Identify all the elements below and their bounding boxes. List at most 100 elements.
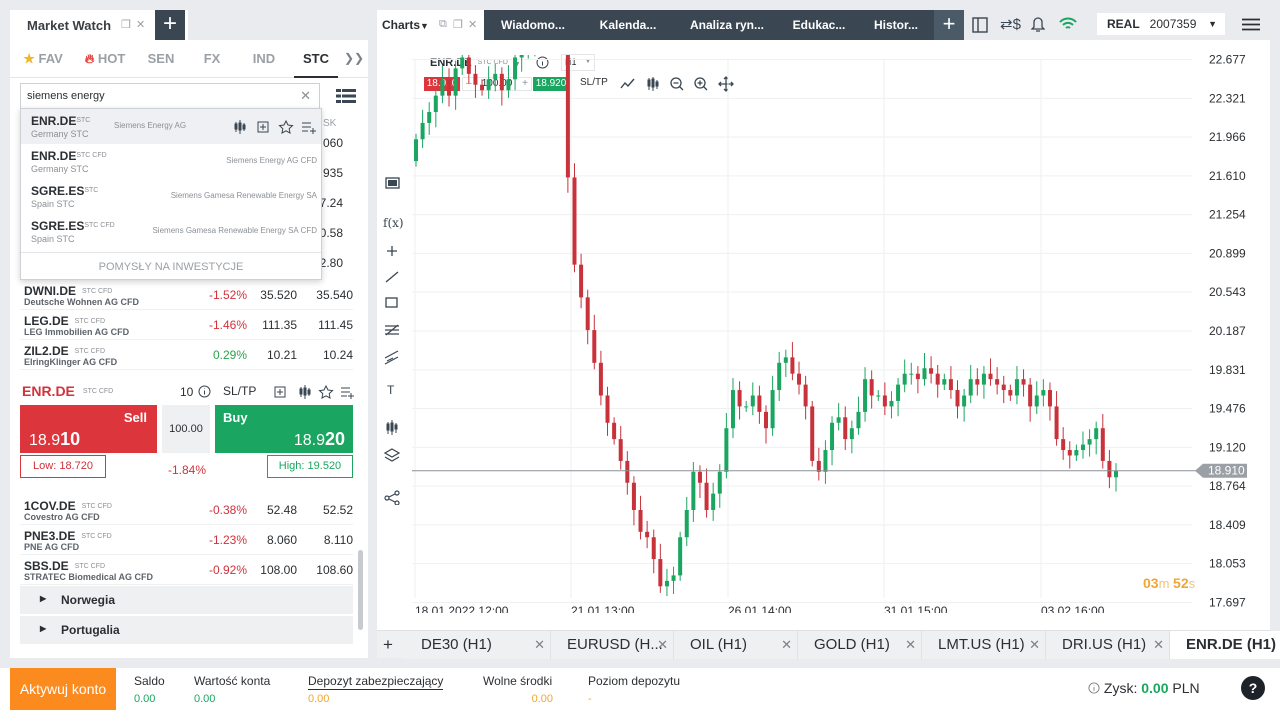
stat-free-margin: Wolne środki 0.00	[483, 674, 553, 705]
popout-icon[interactable]: ⧉	[439, 18, 447, 31]
tab-ind[interactable]: IND	[242, 40, 286, 78]
activate-account-button[interactable]: Aktywuj konto	[10, 668, 116, 710]
candlestick-chart[interactable]: 22.677 22.321 21.966 21.610 21.254 20.899 20.5…	[412, 55, 1269, 613]
chart-tab[interactable]: LMT.US (H1) ✕	[922, 631, 1046, 659]
candle-body	[863, 379, 868, 412]
info-icon[interactable]	[198, 385, 211, 398]
candle-body	[770, 390, 775, 429]
bell-icon[interactable]	[1031, 17, 1045, 33]
investment-ideas-link[interactable]: POMYSŁY NA INWESTYCJE	[21, 252, 321, 280]
close-icon[interactable]: ✕	[657, 631, 668, 659]
chart-tab[interactable]: DRI.US (H1) ✕	[1046, 631, 1170, 659]
tab-market-analysis[interactable]: Analiza ryn...	[679, 10, 775, 40]
chart-tab[interactable]: ENR.DE (H1)✕	[1170, 631, 1280, 659]
trend-line-icon[interactable]	[385, 271, 399, 283]
close-icon[interactable]: ✕	[781, 631, 792, 659]
add-icon[interactable]	[274, 386, 286, 398]
table-row[interactable]: LEG.DE STC CFD LEG Immobilien AG CFD -1.4…	[20, 310, 353, 340]
tab-calendar[interactable]: Kalenda...	[584, 10, 672, 40]
table-row[interactable]: DWNI.DE STC CFD Deutsche Wohnen AG CFD -1…	[20, 280, 353, 310]
tab-fav[interactable]: ★ FAV	[18, 40, 68, 78]
table-row[interactable]: PNE3.DE STC CFD PNE AG CFD -1.23% 8.060 8…	[20, 525, 353, 555]
volume-input[interactable]: 100.00	[162, 405, 210, 453]
plus-icon[interactable]	[387, 246, 397, 256]
table-row[interactable]: ZIL2.DE STC CFD ElringKlinger AG CFD 0.29…	[20, 340, 353, 370]
y-tick-label: 21.610	[1209, 169, 1246, 183]
close-icon[interactable]: ✕	[136, 18, 145, 31]
hamburger-menu-icon[interactable]	[1242, 18, 1260, 31]
search-input[interactable]	[21, 84, 291, 108]
table-row[interactable]: 1COV.DE STC CFD Covestro AG CFD -0.38% 52…	[20, 495, 353, 525]
star-outline-icon[interactable]	[278, 119, 294, 134]
rectangle-icon[interactable]	[385, 297, 398, 308]
tab-stc[interactable]: STC	[294, 40, 338, 78]
buy-button[interactable]: Buy 18.920	[215, 405, 353, 453]
screenshot-icon[interactable]	[385, 177, 400, 189]
table-row[interactable]: SBS.DE STC CFD STRATEC Biomedical AG CFD …	[20, 555, 353, 585]
candle-body	[724, 428, 729, 472]
channel-icon[interactable]	[384, 350, 399, 365]
function-icon[interactable]: f(x)	[383, 216, 404, 230]
help-button[interactable]: ?	[1241, 676, 1265, 700]
search-result-item[interactable]: SGRE.ESSTC CFD Spain STC Siemens Gamesa …	[21, 214, 321, 249]
close-icon[interactable]: ✕	[905, 631, 916, 659]
close-icon[interactable]: ✕	[534, 631, 545, 659]
tab-hot[interactable]: 🔥︎ HOT	[80, 40, 130, 78]
search-result-item[interactable]: SGRE.ESSTC Spain STC Siemens Gamesa Rene…	[21, 179, 321, 214]
candles-icon[interactable]	[386, 420, 398, 435]
group-row-norwegia[interactable]: ▶ Norwegia	[20, 586, 353, 614]
market-watch-title-tab[interactable]: Market Watch ❐ ✕	[10, 10, 152, 40]
tab-news[interactable]: Wiadomo...	[489, 10, 577, 40]
candles-icon[interactable]	[234, 120, 246, 134]
add-icon[interactable]	[257, 121, 269, 133]
candle-body	[948, 379, 953, 391]
tab-education[interactable]: Edukac...	[781, 10, 857, 40]
search-result-item[interactable]: ENR.DESTC Germany STC Siemens Energy AG	[21, 109, 321, 144]
star-outline-icon[interactable]	[318, 385, 334, 399]
candle-body	[453, 68, 458, 96]
list-scrollbar[interactable]	[358, 550, 363, 630]
close-icon[interactable]: ✕	[468, 18, 477, 31]
share-icon[interactable]	[384, 490, 400, 505]
candle-body	[598, 362, 603, 396]
tab-charts[interactable]: Charts▼ ⧉ ❐ ✕	[377, 10, 484, 40]
add-chart-tab-button[interactable]: +	[383, 631, 393, 659]
chart-tab[interactable]: OIL (H1) ✕	[674, 631, 798, 659]
layout-icon[interactable]	[972, 17, 988, 33]
info-icon[interactable]	[1088, 682, 1100, 694]
add-to-list-icon[interactable]	[341, 387, 354, 399]
window-icon[interactable]: ❐	[453, 18, 463, 31]
sell-button[interactable]: Sell 18.910	[20, 405, 157, 453]
trade-actions	[274, 385, 354, 399]
close-icon[interactable]: ✕	[1153, 631, 1164, 659]
chart-tab[interactable]: GOLD (H1) ✕	[798, 631, 922, 659]
add-to-list-icon[interactable]	[302, 122, 316, 134]
candle-body	[1067, 450, 1072, 456]
clear-search-icon[interactable]: ✕	[300, 88, 311, 104]
tab-history[interactable]: Histor...	[863, 10, 929, 40]
chart-tab[interactable]: DE30 (H1) ✕	[405, 631, 551, 659]
top-right-toolbar: ⇄$ REAL 2007359 ▼	[964, 10, 1270, 40]
group-row-portugalia[interactable]: ▶ Portugalia	[20, 616, 353, 644]
layers-icon[interactable]	[383, 448, 401, 462]
chart-tab-label: DRI.US (H1)	[1062, 636, 1147, 653]
tab-sen[interactable]: SEN	[138, 40, 184, 78]
stat-margin[interactable]: Depozyt zabezpieczający 0.00	[308, 674, 444, 705]
close-icon[interactable]: ✕	[1029, 631, 1040, 659]
sltp-button[interactable]: SL/TP	[223, 384, 256, 398]
list-view-icon[interactable]	[336, 88, 356, 104]
text-tool-icon[interactable]: T	[387, 383, 395, 397]
search-result-item[interactable]: ENR.DESTC CFD Germany STC Siemens Energy…	[21, 144, 321, 179]
chart-tab-label: LMT.US (H1)	[938, 636, 1025, 653]
currency-exchange-icon[interactable]: ⇄$	[1000, 15, 1021, 33]
account-selector[interactable]: REAL 2007359 ▼	[1097, 13, 1225, 35]
chart-tab[interactable]: EURUSD (H... ✕	[551, 631, 674, 659]
add-panel-button[interactable]: +	[155, 10, 185, 40]
popout-icon[interactable]: ❐	[121, 18, 131, 31]
add-tab-button[interactable]: +	[934, 10, 964, 40]
tab-fx[interactable]: FX	[190, 40, 234, 78]
tabs-scroll-right-icon[interactable]: ❯❯	[344, 40, 364, 78]
candles-icon[interactable]	[299, 385, 311, 399]
fibonacci-icon[interactable]	[385, 324, 399, 336]
y-tick-label: 19.120	[1209, 440, 1246, 454]
